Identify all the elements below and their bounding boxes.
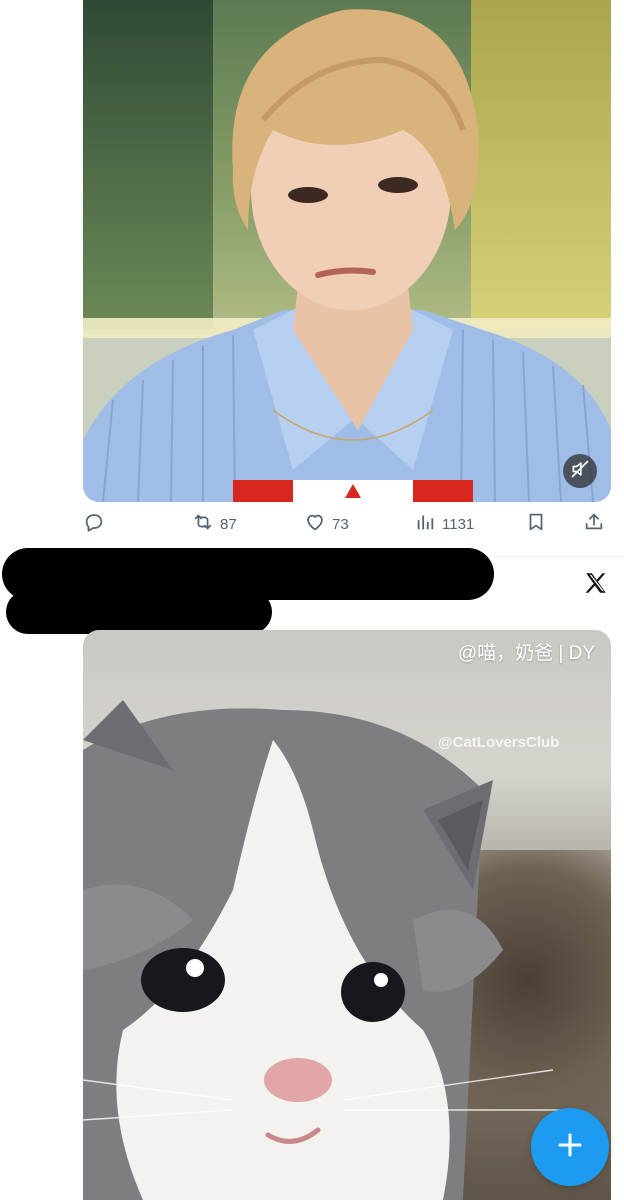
reply-icon <box>83 511 105 537</box>
views-button[interactable]: 1131 <box>414 508 474 540</box>
banner-logo <box>345 484 361 498</box>
muted-speaker-icon <box>570 459 590 484</box>
retweet-count: 87 <box>220 515 237 533</box>
views-chart-icon <box>414 511 436 537</box>
kitten-figure <box>83 700 563 1200</box>
x-logo-icon <box>583 570 609 596</box>
bookmark-icon <box>525 511 547 537</box>
like-count: 73 <box>332 515 349 533</box>
tweet-action-bar: 87 73 1131 <box>83 508 611 540</box>
person-figure <box>83 9 611 502</box>
share-icon <box>583 511 605 537</box>
retweet-button[interactable]: 87 <box>192 508 237 540</box>
broadcast-banner <box>233 480 473 502</box>
mute-button[interactable] <box>563 454 597 488</box>
bookmark-button[interactable] <box>525 508 547 540</box>
heart-icon <box>304 511 326 537</box>
tweet-media-video[interactable]: @喵，奶爸 | DY @CatLoversClub <box>83 630 611 1200</box>
reply-button[interactable] <box>83 508 105 540</box>
redacted-author-handle <box>6 590 272 634</box>
share-button[interactable] <box>583 508 605 540</box>
plus-icon <box>555 1130 585 1165</box>
watermark-text: @CatLoversClub <box>438 734 560 751</box>
like-button[interactable]: 73 <box>304 508 349 540</box>
view-count: 1131 <box>442 515 475 533</box>
watermark-text: @喵，奶爸 | DY <box>457 643 595 664</box>
timeline: 87 73 1131 @喵，奶爸 | DY @CatLoversClub <box>0 0 624 1200</box>
tweet-media-video[interactable] <box>83 0 611 502</box>
retweet-icon <box>192 511 214 537</box>
compose-post-button[interactable] <box>531 1108 609 1186</box>
